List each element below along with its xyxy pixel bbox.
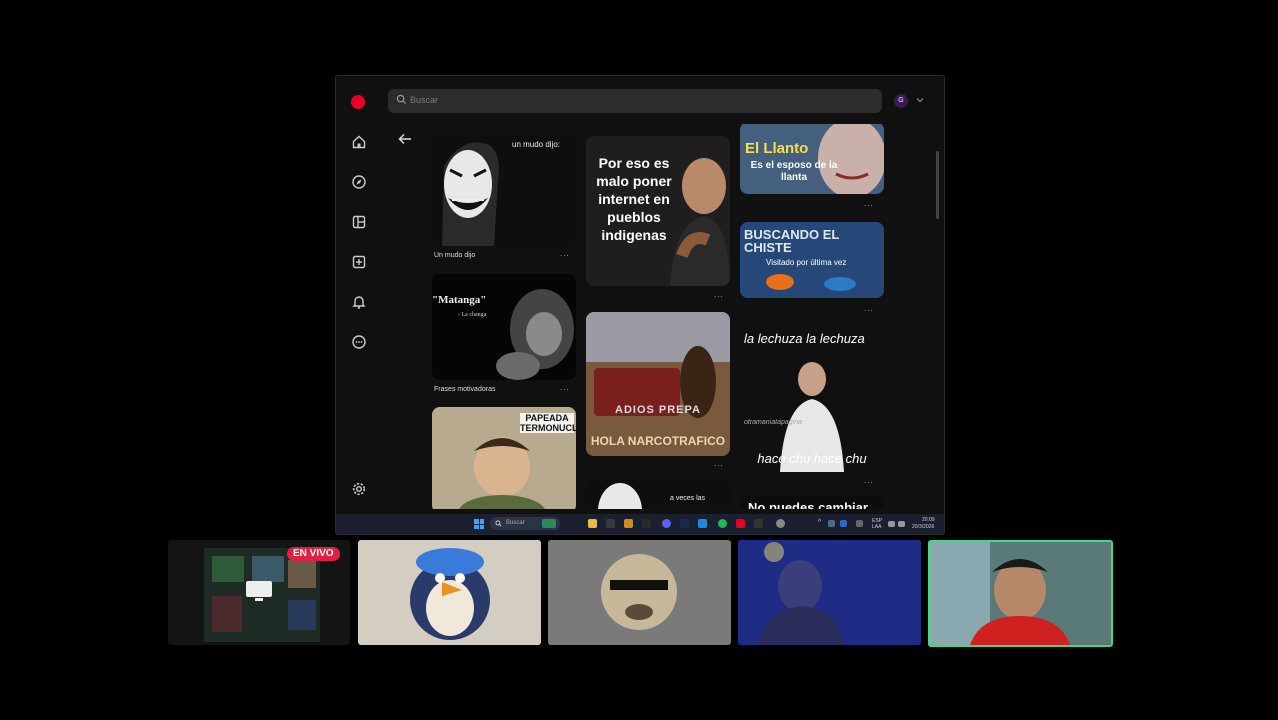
explore-compass-icon[interactable] bbox=[351, 174, 367, 190]
pin-papeada-meme[interactable]: PAPEADA TERMONUCLEAR bbox=[432, 407, 576, 509]
webcam-video bbox=[738, 540, 921, 645]
taskbar-app-icon[interactable] bbox=[642, 519, 651, 528]
app-header: Buscar G bbox=[336, 76, 944, 126]
windows-start-icon[interactable] bbox=[474, 519, 484, 529]
pin-overlay-text: El Llanto bbox=[745, 140, 809, 157]
pin-buscando-chiste-meme[interactable]: BUSCANDO EL CHISTE Visitado por última v… bbox=[740, 222, 884, 298]
pin-overlay-subtext: - La changa bbox=[458, 312, 487, 318]
screen-share-icon bbox=[246, 581, 272, 601]
more-options-icon[interactable]: ... bbox=[560, 383, 570, 392]
participant-tile-webcam-2-speaking[interactable] bbox=[928, 540, 1113, 647]
joker-image bbox=[598, 483, 642, 509]
language-indicator[interactable]: ESP LAA bbox=[872, 518, 882, 530]
taskbar-app-icon[interactable] bbox=[754, 519, 763, 528]
pin-overlay-bottom-text: HOLA NARCOTRAFICO bbox=[590, 434, 726, 448]
pin-title: Un mudo dijo bbox=[434, 252, 476, 259]
webcam-video bbox=[930, 542, 1111, 645]
taskbar-app-icon[interactable] bbox=[606, 519, 615, 528]
search-placeholder: Buscar bbox=[410, 95, 439, 105]
obs-icon[interactable] bbox=[776, 519, 785, 528]
more-options-icon[interactable]: ... bbox=[864, 199, 874, 208]
steam-icon[interactable] bbox=[680, 519, 689, 528]
wifi-icon[interactable] bbox=[888, 521, 895, 527]
scrollbar[interactable] bbox=[936, 151, 939, 219]
settings-gear-icon[interactable] bbox=[351, 481, 367, 497]
weather-icon bbox=[542, 519, 556, 528]
participant-tile-penguin[interactable] bbox=[358, 540, 541, 645]
more-options-icon[interactable]: ... bbox=[714, 290, 724, 299]
home-icon[interactable] bbox=[351, 134, 367, 150]
more-options-icon[interactable]: ... bbox=[714, 459, 724, 468]
live-badge: EN VIVO bbox=[287, 547, 340, 561]
create-plus-icon[interactable] bbox=[351, 254, 367, 270]
more-options-icon[interactable]: ... bbox=[864, 476, 874, 485]
pin-matanga-meme[interactable]: "Matanga" - La changa bbox=[432, 274, 576, 380]
notifications-bell-icon[interactable] bbox=[351, 294, 367, 310]
back-arrow-icon[interactable] bbox=[398, 133, 412, 145]
taskbar-search[interactable]: Buscar bbox=[490, 517, 560, 530]
participant-tile-dog[interactable] bbox=[548, 540, 731, 645]
pin-overlay-text: un mudo dijo: bbox=[512, 140, 561, 149]
chevron-down-icon[interactable] bbox=[916, 96, 924, 104]
file-explorer-icon[interactable] bbox=[588, 519, 597, 528]
profile-avatar[interactable]: G bbox=[894, 94, 908, 108]
pin-joker-2[interactable]: a veces las bbox=[586, 479, 730, 509]
pin-narcotrafico-meme[interactable]: ADIOS PREPA HOLA NARCOTRAFICO bbox=[586, 312, 730, 456]
pin-overlay-text: No puedes cambiar bbox=[748, 500, 868, 509]
pin-no-puedes-cambiar[interactable]: No puedes cambiar bbox=[740, 496, 884, 509]
pin-overlay-text: "Matanga" bbox=[432, 294, 487, 306]
pin-el-llanto-meme[interactable]: El Llanto Es el esposo de la llanta bbox=[740, 124, 884, 194]
pin-overlay-text: BUSCANDO EL CHISTE bbox=[744, 227, 840, 255]
pin-grid: un mudo dijo: Un mudo dijo ... "Matanga"… bbox=[430, 124, 890, 509]
taskbar-app-icon[interactable] bbox=[624, 519, 633, 528]
pin-overlay-top-text: ADIOS PREPA bbox=[615, 404, 701, 416]
participant-tile-webcam-1[interactable] bbox=[738, 540, 921, 645]
pin-vin-diesel-meme[interactable]: Por eso es malo poner internet en pueblo… bbox=[586, 136, 730, 286]
tray-icon[interactable] bbox=[840, 520, 847, 527]
pin-watermark-text: otramaniatapagina bbox=[744, 419, 802, 426]
pin-lechuza-meme[interactable]: la lechuza la lechuza otramaniatapagina … bbox=[740, 327, 884, 472]
pin-title: Frases motivadoras bbox=[434, 386, 496, 393]
stream-preview-tile[interactable]: EN VIVO bbox=[168, 540, 350, 645]
dog-sunglasses-avatar bbox=[601, 554, 677, 630]
chimp-image bbox=[496, 289, 574, 380]
more-options-icon[interactable]: ... bbox=[560, 249, 570, 258]
pin-overlay-bottom-text: hace chu hace chu bbox=[757, 451, 867, 466]
shared-screen-window: Buscar G un mudo dijo: Un mudo dijo ... bbox=[335, 75, 945, 535]
pin-overlay-text: a veces las bbox=[670, 495, 706, 502]
pin-overlay-top-text: la lechuza la lechuza bbox=[744, 331, 865, 346]
pin-overlay-text: PAPEADA TERMONUCLEAR bbox=[520, 413, 576, 433]
pin-joker-meme[interactable]: un mudo dijo: bbox=[432, 136, 576, 246]
search-icon bbox=[495, 520, 502, 527]
pinterest-logo-icon[interactable] bbox=[351, 95, 365, 109]
discord-icon[interactable] bbox=[662, 519, 671, 528]
tray-icon[interactable] bbox=[828, 520, 835, 527]
tray-icon[interactable] bbox=[856, 520, 863, 527]
search-icon bbox=[396, 94, 407, 105]
volume-icon[interactable] bbox=[898, 521, 905, 527]
clock-time[interactable]: 20:09 bbox=[922, 517, 935, 523]
boards-icon[interactable] bbox=[351, 214, 367, 230]
more-options-icon[interactable]: ... bbox=[864, 304, 874, 313]
taskbar-search-label: Buscar bbox=[506, 520, 525, 526]
taskbar-app-icon[interactable] bbox=[698, 519, 707, 528]
last-visited-badge: Visitado por última vez bbox=[766, 258, 847, 267]
tray-chevron-icon[interactable]: ^ bbox=[818, 519, 821, 526]
penguin-avatar bbox=[410, 548, 490, 640]
windows-taskbar: Buscar ^ ESP LAA 20:09 20/3/2026 bbox=[336, 514, 944, 534]
joker-image bbox=[442, 142, 499, 246]
clock-date[interactable]: 20/3/2026 bbox=[912, 524, 934, 530]
pin-overlay-text: Por eso es malo poner internet en pueblo… bbox=[596, 155, 672, 243]
sidebar-nav bbox=[336, 126, 382, 516]
messages-icon[interactable] bbox=[351, 334, 367, 350]
pin-overlay-subtext: Es el esposo de la llanta bbox=[750, 160, 838, 183]
pinterest-icon[interactable] bbox=[736, 519, 745, 528]
spotify-icon[interactable] bbox=[718, 519, 727, 528]
search-bar[interactable]: Buscar bbox=[388, 89, 882, 113]
